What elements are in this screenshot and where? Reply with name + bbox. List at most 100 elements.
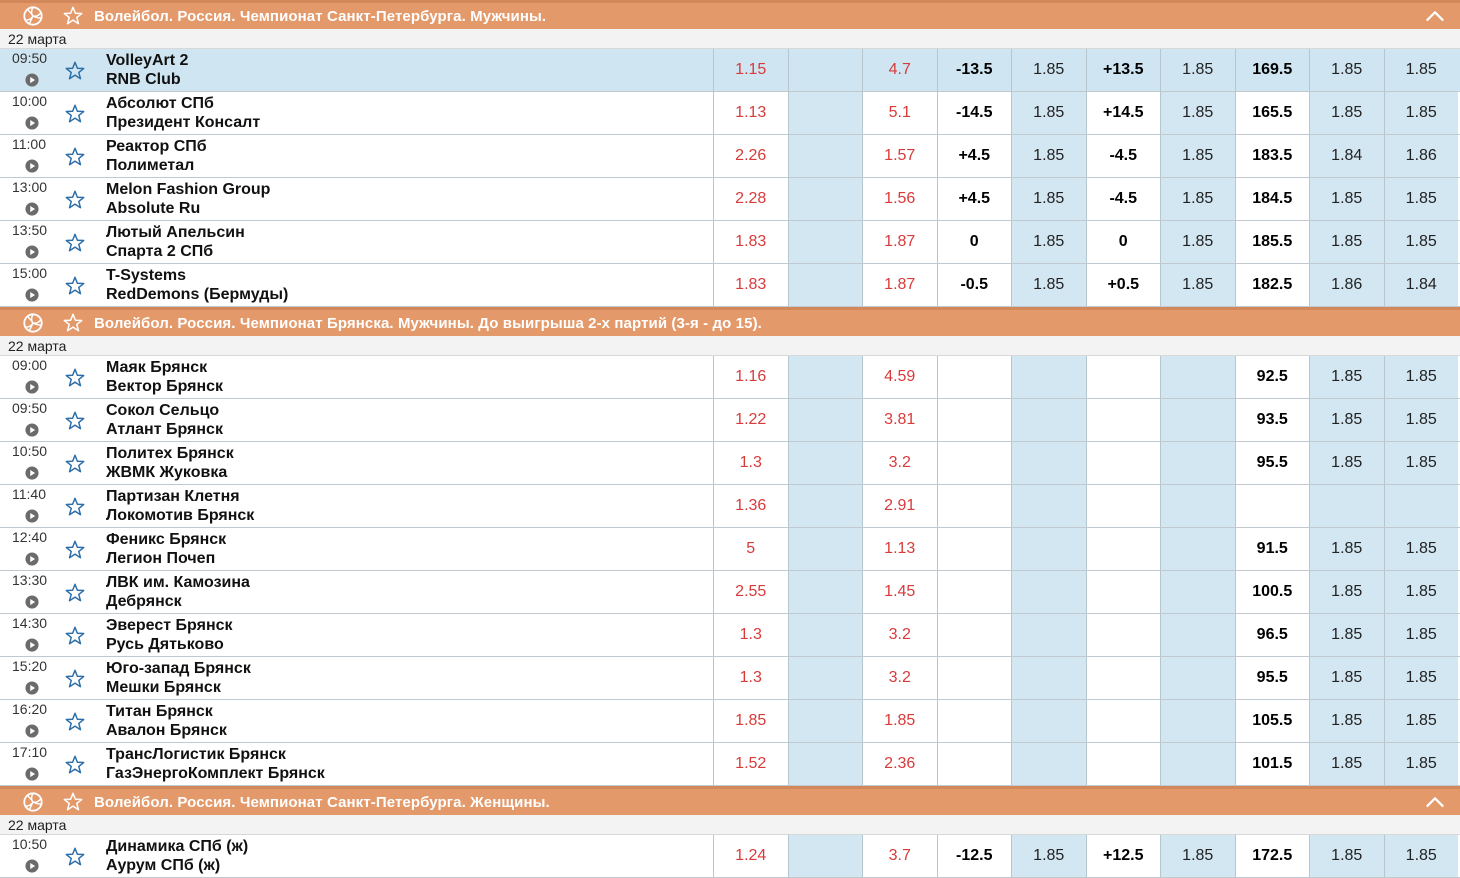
play-circle-icon[interactable]: [25, 724, 39, 738]
odds-cell[interactable]: 3.2: [862, 657, 937, 699]
star-icon[interactable]: [64, 625, 86, 647]
odds-cell[interactable]: 0: [1085, 221, 1161, 263]
odds-cell[interactable]: 1.85: [1309, 178, 1384, 220]
odds-cell[interactable]: 1.85: [1309, 743, 1384, 785]
odds-cell[interactable]: +4.5: [936, 135, 1012, 177]
odds-cell[interactable]: -14.5: [936, 92, 1012, 134]
odds-cell[interactable]: 1.85: [1309, 92, 1384, 134]
chevron-up-icon[interactable]: [1424, 793, 1446, 811]
odds-cell[interactable]: 1.85: [1383, 835, 1458, 877]
odds-cell[interactable]: 1.85: [1383, 178, 1458, 220]
match-row[interactable]: 09:50 Сокол Сельцо Атлант Брянск 1.22 3.81 93…: [0, 399, 1460, 442]
play-circle-icon[interactable]: [25, 202, 39, 216]
star-icon[interactable]: [64, 232, 86, 254]
star-icon[interactable]: [64, 668, 86, 690]
odds-cell[interactable]: 1.85: [1383, 614, 1458, 656]
odds-cell[interactable]: 1.15: [713, 49, 788, 91]
match-row[interactable]: 11:00 Реактор СПб Полиметал 2.26 1.57 +4.5 1.8…: [0, 135, 1460, 178]
odds-cell[interactable]: 1.85: [1011, 835, 1086, 877]
odds-cell[interactable]: 93.5: [1234, 399, 1310, 441]
play-circle-icon[interactable]: [25, 116, 39, 130]
odds-cell[interactable]: 1.85: [1383, 399, 1458, 441]
teams-cell[interactable]: Лютый Апельсин Спарта 2 СПб: [90, 221, 713, 263]
odds-cell[interactable]: 91.5: [1234, 528, 1310, 570]
teams-cell[interactable]: Сокол Сельцо Атлант Брянск: [90, 399, 713, 441]
play-circle-icon[interactable]: [25, 552, 39, 566]
odds-cell[interactable]: -13.5: [936, 49, 1011, 91]
odds-cell[interactable]: +12.5: [1085, 835, 1161, 877]
odds-cell[interactable]: +14.5: [1085, 92, 1161, 134]
odds-cell[interactable]: 1.85: [1309, 442, 1384, 484]
odds-cell[interactable]: -0.5: [936, 264, 1012, 306]
odds-cell[interactable]: 165.5: [1234, 92, 1310, 134]
star-icon[interactable]: [64, 711, 86, 733]
odds-cell[interactable]: 1.85: [1309, 221, 1384, 263]
match-row[interactable]: 13:00 Melon Fashion Group Absolute Ru 2.28 1…: [0, 178, 1460, 221]
odds-cell[interactable]: 1.85: [1309, 657, 1384, 699]
star-icon[interactable]: [64, 539, 86, 561]
teams-cell[interactable]: Melon Fashion Group Absolute Ru: [90, 178, 713, 220]
odds-cell[interactable]: 172.5: [1234, 835, 1310, 877]
teams-cell[interactable]: Юго-запад Брянск Мешки Брянск: [90, 657, 713, 699]
odds-cell[interactable]: 1.85: [1160, 135, 1235, 177]
odds-cell[interactable]: 1.85: [1011, 178, 1086, 220]
odds-cell[interactable]: +13.5: [1085, 49, 1160, 91]
odds-cell[interactable]: 1.45: [862, 571, 937, 613]
odds-cell[interactable]: 0: [936, 221, 1012, 263]
odds-cell[interactable]: 1.85: [1309, 356, 1384, 398]
match-row[interactable]: 17:10 ТрансЛогистик Брянск ГазЭнергоКомпле…: [0, 743, 1460, 786]
star-icon[interactable]: [64, 189, 86, 211]
odds-cell[interactable]: 1.13: [713, 92, 788, 134]
teams-cell[interactable]: Партизан Клетня Локомотив Брянск: [90, 485, 713, 527]
odds-cell[interactable]: 1.85: [1309, 49, 1384, 91]
odds-cell[interactable]: 4.7: [862, 49, 937, 91]
odds-cell[interactable]: 3.2: [862, 614, 937, 656]
odds-cell[interactable]: 1.3: [713, 442, 788, 484]
odds-cell[interactable]: 1.24: [713, 835, 788, 877]
odds-cell[interactable]: 3.81: [862, 399, 937, 441]
odds-cell[interactable]: 1.87: [862, 221, 937, 263]
match-row[interactable]: 13:30 ЛВК им. Камозина Дебрянск 2.55 1.45 100…: [0, 571, 1460, 614]
odds-cell[interactable]: 1.85: [1011, 221, 1086, 263]
odds-cell[interactable]: 1.85: [1309, 614, 1384, 656]
play-circle-icon[interactable]: [25, 859, 39, 873]
odds-cell[interactable]: 1.85: [1383, 571, 1458, 613]
odds-cell[interactable]: 1.3: [713, 657, 788, 699]
odds-cell[interactable]: 183.5: [1234, 135, 1310, 177]
teams-cell[interactable]: ЛВК им. Камозина Дебрянск: [90, 571, 713, 613]
odds-cell[interactable]: 105.5: [1234, 700, 1310, 742]
odds-cell[interactable]: 1.85: [1383, 356, 1458, 398]
play-circle-icon[interactable]: [25, 638, 39, 652]
odds-cell[interactable]: 169.5: [1234, 49, 1309, 91]
match-row[interactable]: 09:00 Маяк Брянск Вектор Брянск 1.16 4.59 92.…: [0, 356, 1460, 399]
odds-cell[interactable]: 101.5: [1234, 743, 1310, 785]
play-circle-icon[interactable]: [25, 767, 39, 781]
teams-cell[interactable]: Эверест Брянск Русь Дятьково: [90, 614, 713, 656]
odds-cell[interactable]: 1.85: [1160, 264, 1235, 306]
odds-cell[interactable]: 2.26: [713, 135, 788, 177]
star-icon[interactable]: [64, 754, 86, 776]
odds-cell[interactable]: 1.85: [1160, 835, 1235, 877]
odds-cell[interactable]: 3.7: [862, 835, 937, 877]
teams-cell[interactable]: Реактор СПб Полиметал: [90, 135, 713, 177]
star-icon[interactable]: [62, 312, 84, 334]
odds-cell[interactable]: 1.85: [1011, 264, 1086, 306]
teams-cell[interactable]: VolleyArt 2 RNB Club: [90, 49, 713, 91]
teams-cell[interactable]: T-Systems RedDemons (Бермуды): [90, 264, 713, 306]
star-icon[interactable]: [62, 791, 84, 813]
odds-cell[interactable]: 1.22: [713, 399, 788, 441]
star-icon[interactable]: [64, 410, 86, 432]
odds-cell[interactable]: 1.85: [1383, 743, 1458, 785]
star-icon[interactable]: [64, 453, 86, 475]
match-row[interactable]: 15:20 Юго-запад Брянск Мешки Брянск 1.3 3.2 9…: [0, 657, 1460, 700]
odds-cell[interactable]: 5: [713, 528, 788, 570]
star-icon[interactable]: [64, 275, 86, 297]
odds-cell[interactable]: 185.5: [1234, 221, 1310, 263]
odds-cell[interactable]: 1.83: [713, 221, 788, 263]
star-icon[interactable]: [64, 146, 86, 168]
odds-cell[interactable]: 95.5: [1234, 657, 1310, 699]
match-row[interactable]: 16:20 Титан Брянск Авалон Брянск 1.85 1.85 10…: [0, 700, 1460, 743]
play-circle-icon[interactable]: [25, 288, 39, 302]
odds-cell[interactable]: 3.2: [862, 442, 937, 484]
match-row[interactable]: 11:40 Партизан Клетня Локомотив Брянск 1.36…: [0, 485, 1460, 528]
